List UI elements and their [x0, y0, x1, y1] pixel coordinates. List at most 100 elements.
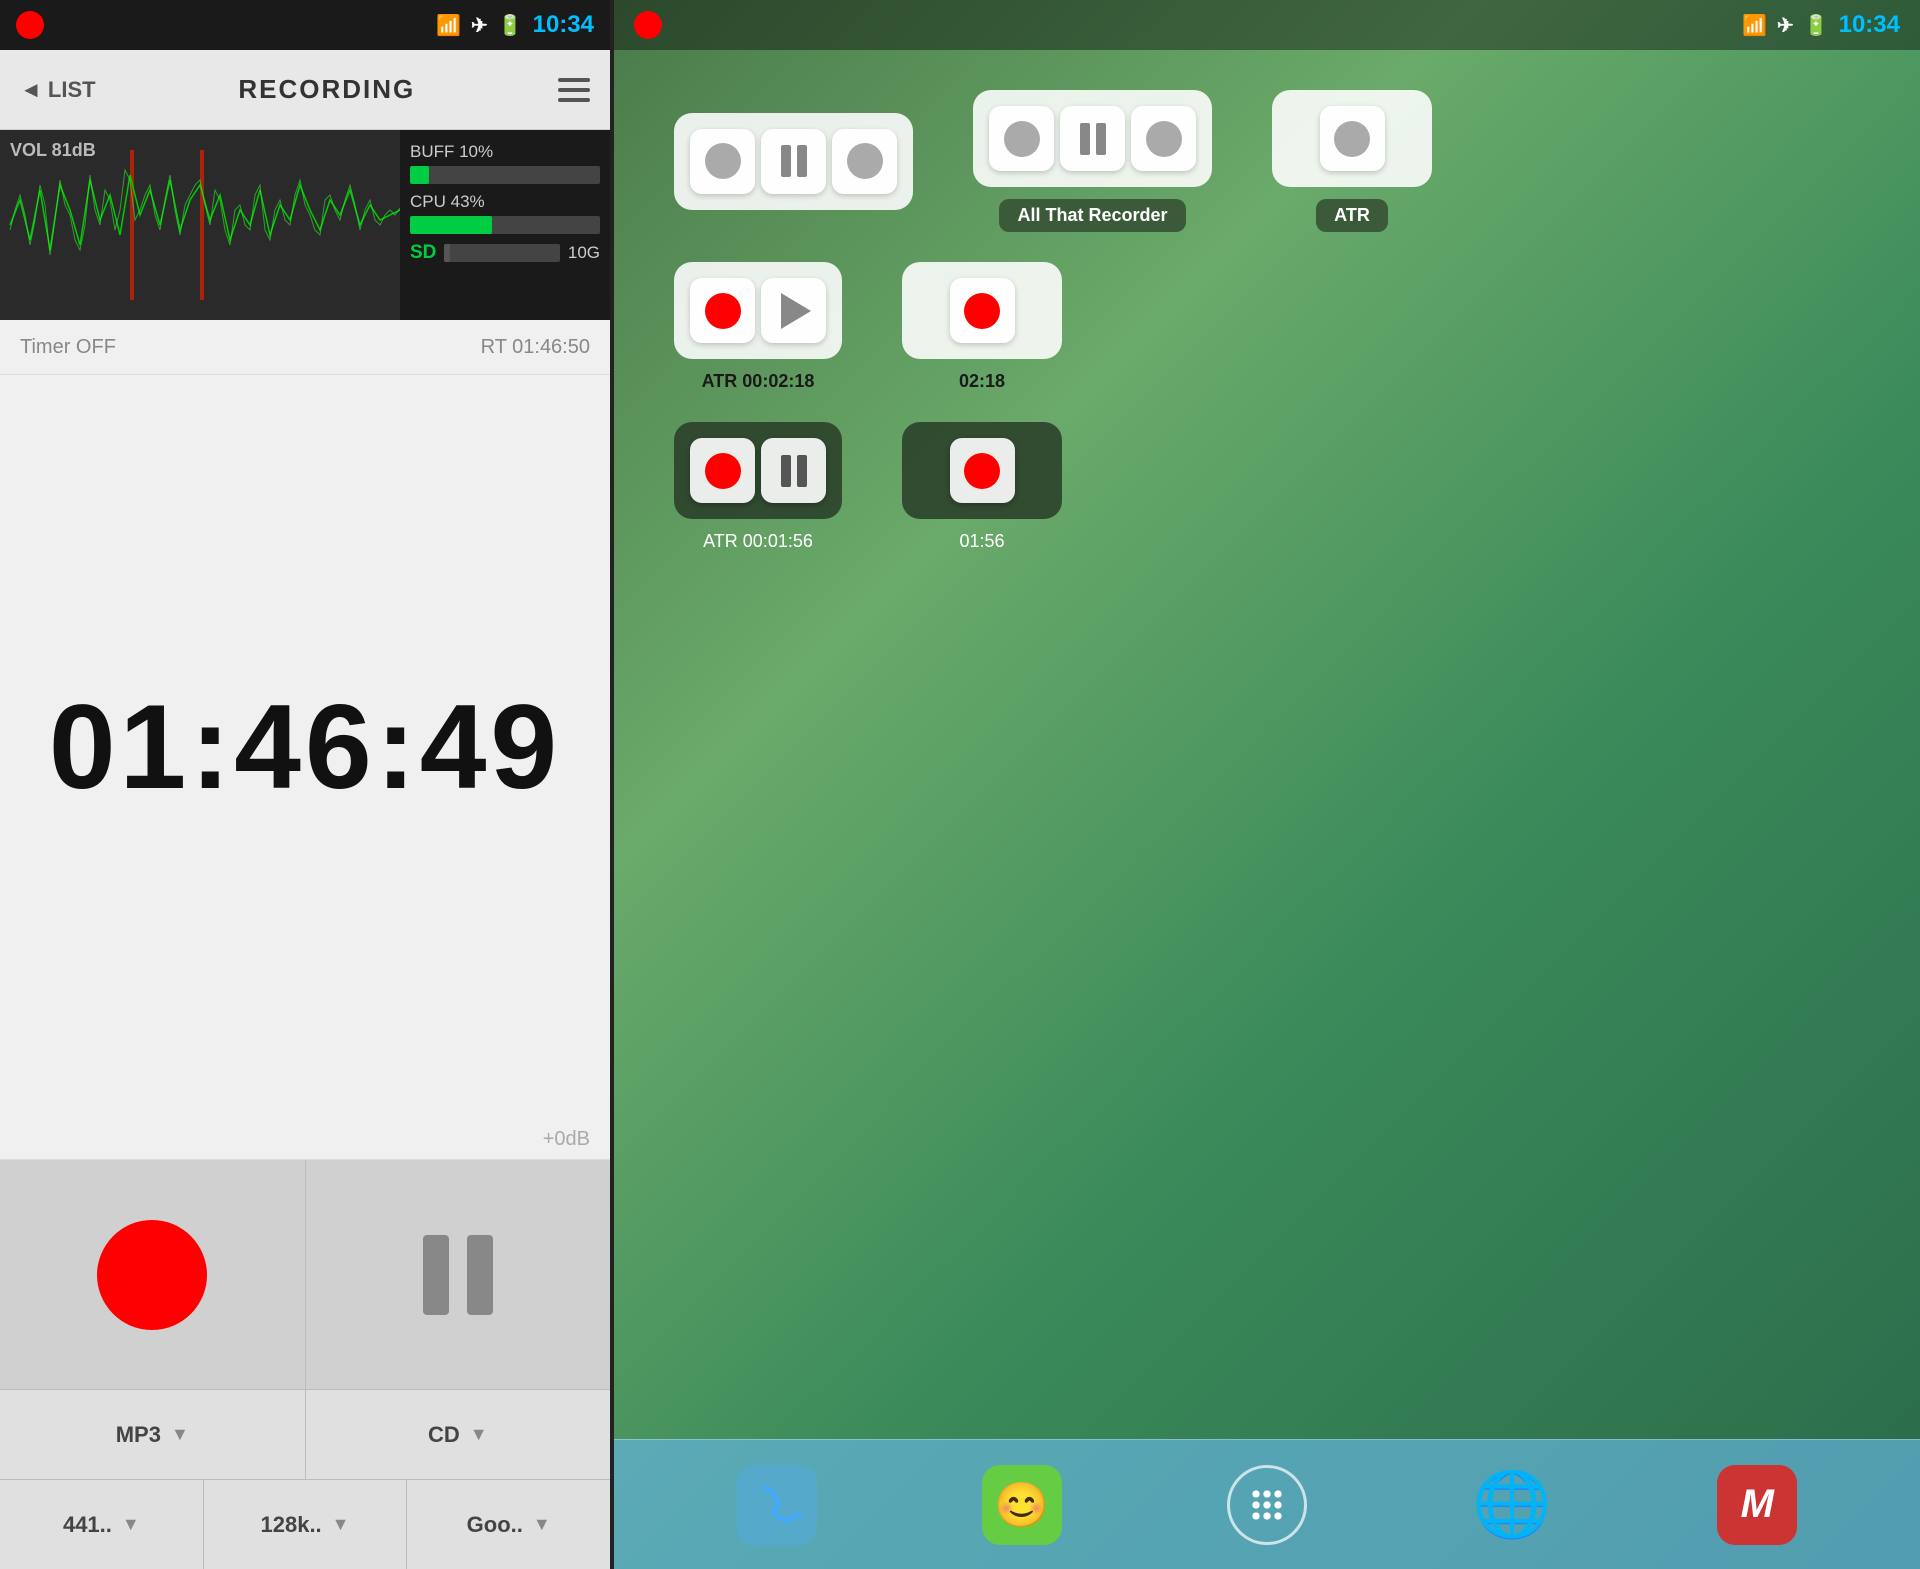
widget-pause-btn-dark-1[interactable] — [761, 438, 826, 503]
timer-off-label: Timer OFF — [20, 336, 116, 359]
widget-stop-btn-3[interactable] — [1320, 106, 1385, 171]
timer-digits: 01:46:49 — [49, 678, 561, 816]
widget-stop-dot-3 — [1334, 121, 1370, 157]
buff-stat: BUFF 10% — [410, 142, 600, 184]
atr-label-card-1: All That Recorder — [999, 199, 1185, 232]
db-value: +0dB — [543, 1128, 590, 1151]
recording-title: RECORDING — [96, 74, 558, 105]
widget-atr-group-1: All That Recorder — [973, 90, 1212, 232]
list-button[interactable]: ◄ LIST — [20, 77, 96, 103]
widget-rec-red-dot-1 — [705, 293, 741, 329]
atr-active-timestamp-short-1: 01:56 — [959, 531, 1004, 552]
widget-pause-bar-l-1 — [781, 145, 791, 177]
right-airplane-icon: ✈ — [1777, 13, 1794, 38]
widget-btn-row-1-1 — [690, 129, 897, 194]
widget-card-1-3 — [1272, 90, 1432, 187]
widget-stop-btn-1[interactable] — [832, 129, 897, 194]
pause-bar-left — [423, 1235, 449, 1315]
widget-rec-red-dot-2 — [964, 293, 1000, 329]
widget-pause-bar-l-2 — [1080, 123, 1090, 155]
buff-bar-fill — [410, 166, 429, 184]
widget-pause-btn-2[interactable] — [1060, 106, 1125, 171]
bitrate-selector[interactable]: 128k.. ▼ — [204, 1480, 408, 1569]
bitrate-dropdown-arrow: ▼ — [332, 1514, 350, 1535]
format-row: MP3 ▼ CD ▼ — [0, 1389, 610, 1479]
hamburger-line-2 — [558, 88, 590, 92]
dock-apps-icon[interactable] — [1227, 1465, 1307, 1545]
db-indicator: +0dB — [0, 1119, 610, 1159]
widget-record-btn-1[interactable] — [690, 129, 755, 194]
widget-record-btn-2[interactable] — [989, 106, 1054, 171]
atr-timestamp-1: ATR 00:02:18 — [702, 371, 815, 392]
atr-label-card-2: ATR — [1316, 199, 1388, 232]
main-timer-display: 01:46:49 — [0, 375, 610, 1119]
widget-record-dot-2 — [1004, 121, 1040, 157]
widget-play-btn-1[interactable] — [761, 278, 826, 343]
widget-active-2: 01:56 — [902, 422, 1062, 552]
sample-rate-selector[interactable]: 441.. ▼ — [0, 1480, 204, 1569]
widget-area: All That Recorder ATR — [614, 50, 1920, 1439]
widget-rec-red-btn-dark-2[interactable] — [950, 438, 1015, 503]
pause-icon — [423, 1235, 493, 1315]
widget-pause-icon-1 — [781, 145, 807, 177]
dock-phone-icon[interactable] — [737, 1465, 817, 1545]
quality-selector[interactable]: CD ▼ — [306, 1390, 611, 1479]
widget-stop-dot-2 — [1146, 121, 1182, 157]
menu-button[interactable] — [558, 78, 590, 102]
right-status-time: 10:34 — [1839, 11, 1900, 39]
widget-row-2: ATR 00:02:18 02:18 — [674, 262, 1860, 392]
storage-value: Goo.. — [467, 1512, 523, 1538]
widget-btn-row-1-2 — [989, 106, 1196, 171]
sd-bar-fill — [444, 244, 450, 262]
widget-pause-icon-dark-1 — [781, 455, 807, 487]
widget-atr-group-2: ATR — [1272, 90, 1432, 232]
timer-info-bar: Timer OFF RT 01:46:50 — [0, 320, 610, 375]
battery-icon: 🔋 — [498, 13, 523, 38]
widget-atr-recording-2: 02:18 — [902, 262, 1062, 392]
buff-label: BUFF 10% — [410, 142, 600, 162]
dock-message-icon[interactable]: 😊 — [982, 1465, 1062, 1545]
stats-panel: BUFF 10% CPU 43% SD 10G — [400, 130, 610, 320]
format-value: MP3 — [116, 1422, 161, 1448]
widget-card-2-2 — [902, 262, 1062, 359]
storage-selector[interactable]: Goo.. ▼ — [407, 1480, 610, 1569]
buff-bar-bg — [410, 166, 600, 184]
wifi-icon: 📶 — [436, 13, 461, 38]
widget-pause-icon-2 — [1080, 123, 1106, 155]
widget-card-1-1 — [674, 113, 913, 210]
widget-rec-red-btn-2[interactable] — [950, 278, 1015, 343]
format-selector[interactable]: MP3 ▼ — [0, 1390, 306, 1479]
sample-rate-value: 441.. — [63, 1512, 112, 1538]
widget-active-1: ATR 00:01:56 — [674, 422, 842, 552]
pause-button[interactable] — [306, 1160, 611, 1389]
dock-browser-icon[interactable]: 🌐 — [1472, 1465, 1552, 1545]
atr-active-timestamp-1: ATR 00:01:56 — [703, 531, 813, 552]
widget-rec-red-btn-1[interactable] — [690, 278, 755, 343]
widget-rec-red-dot-dark-2 — [964, 453, 1000, 489]
widget-record-dot-1 — [705, 143, 741, 179]
top-nav: ◄ LIST RECORDING — [0, 50, 610, 130]
waveform-display: VOL 81dB — [0, 130, 400, 320]
dock-mail-icon[interactable]: M — [1717, 1465, 1797, 1545]
cpu-stat: CPU 43% — [410, 192, 600, 234]
record-button[interactable] — [0, 1160, 306, 1389]
right-battery-icon: 🔋 — [1804, 13, 1829, 38]
dock: 😊 🌐 M — [614, 1439, 1920, 1569]
atr-short-label: ATR — [1334, 205, 1370, 225]
quality-dropdown-arrow: ▼ — [470, 1424, 488, 1445]
widget-atr-recording-1: ATR 00:02:18 — [674, 262, 842, 392]
widget-pause-btn-1[interactable] — [761, 129, 826, 194]
widget-rec-red-dot-dark-1 — [705, 453, 741, 489]
widget-rec-red-btn-dark-1[interactable] — [690, 438, 755, 503]
widget-stop-dot-1 — [847, 143, 883, 179]
format-dropdown-arrow: ▼ — [171, 1424, 189, 1445]
widget-pause-bar-dr-1 — [797, 455, 807, 487]
waveform-area: VOL 81dB BUFF 10% — [0, 130, 610, 320]
widget-pause-bar-r-1 — [797, 145, 807, 177]
airplane-icon: ✈ — [471, 13, 488, 38]
hamburger-line-3 — [558, 98, 590, 102]
widget-btn-row-dark-1 — [690, 438, 826, 503]
cpu-label: CPU 43% — [410, 192, 600, 212]
widget-stop-btn-2[interactable] — [1131, 106, 1196, 171]
sd-label: SD — [410, 242, 436, 264]
